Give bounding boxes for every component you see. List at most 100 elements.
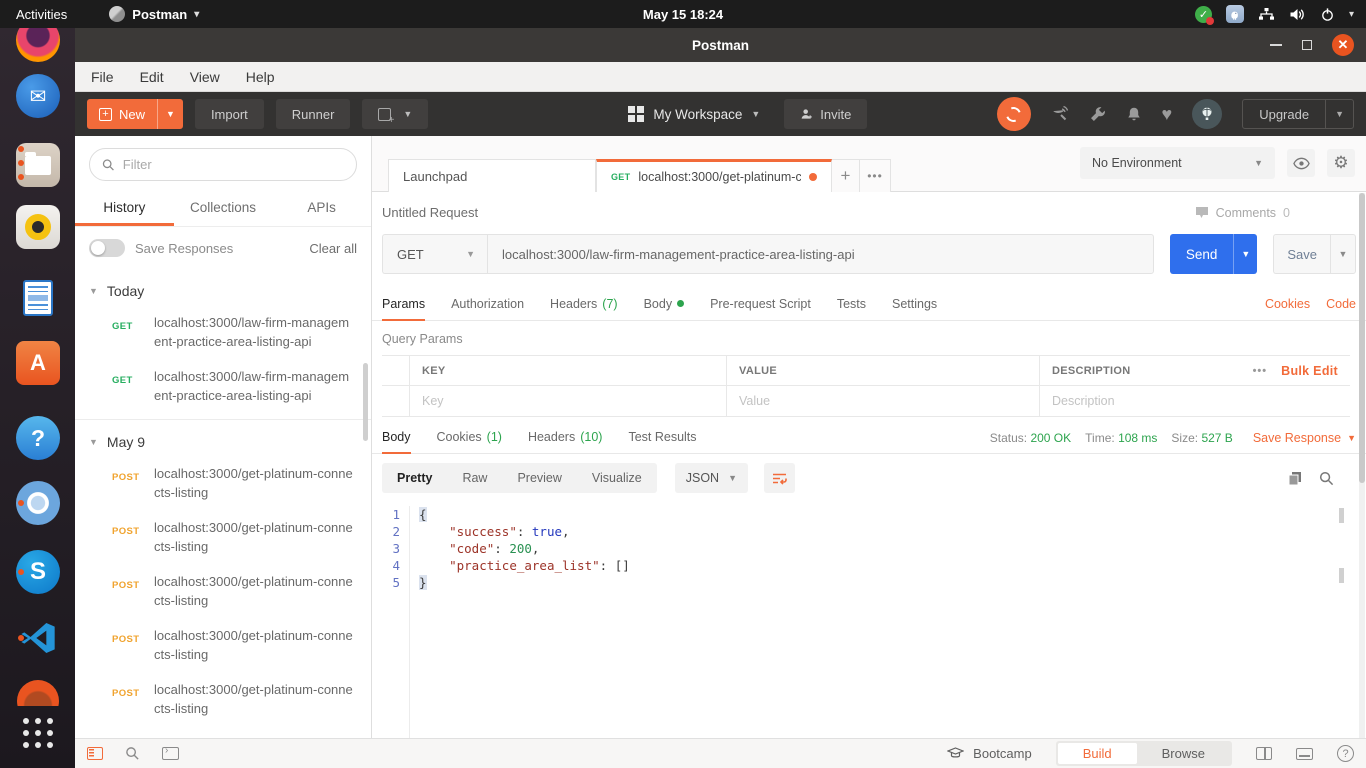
tab-response-cookies[interactable]: Cookies (1) [437, 423, 502, 454]
response-body-editor[interactable]: 12345 { "success": true, "code": 200, "p… [372, 502, 1366, 738]
close-button[interactable]: ✕ [1332, 34, 1354, 56]
tab-pre-request-script[interactable]: Pre-request Script [710, 289, 811, 321]
history-item[interactable]: POST localhost:3000/get-platinum-connect… [75, 618, 371, 672]
tab-history[interactable]: History [75, 191, 174, 226]
sync-status-button[interactable] [996, 97, 1031, 131]
dock-item-skype[interactable]: S [14, 548, 62, 596]
app-menu-button[interactable]: Postman ▾ [99, 6, 209, 22]
keyboard-shortcuts-icon[interactable] [1296, 747, 1313, 760]
new-button[interactable]: + New ▼ [87, 99, 183, 129]
history-group[interactable]: ▼ May 9 [75, 420, 371, 456]
wrap-lines-button[interactable] [764, 463, 795, 493]
volume-tray-icon[interactable] [1289, 7, 1306, 22]
new-window-button[interactable]: ▼ [362, 99, 429, 129]
environment-selector[interactable]: No Environment ▼ [1080, 147, 1275, 179]
key-input[interactable]: Key [410, 386, 727, 416]
send-button[interactable]: Send [1169, 234, 1234, 274]
postgresql-tray-icon[interactable] [1225, 5, 1244, 23]
dock-item-ubuntu-software[interactable]: A [14, 339, 62, 387]
tab-collections[interactable]: Collections [174, 191, 273, 226]
bulk-edit-link[interactable]: Bulk Edit [1281, 364, 1338, 378]
dock-item-vscode[interactable] [14, 614, 62, 662]
view-visualize[interactable]: Visualize [577, 463, 657, 493]
find-button[interactable] [125, 746, 140, 761]
tab-apis[interactable]: APIs [272, 191, 371, 226]
tab-options-button[interactable]: ••• [860, 159, 891, 192]
activities-button[interactable]: Activities [0, 0, 83, 28]
tab-response-body[interactable]: Body [382, 423, 411, 454]
favorites-heart-icon[interactable]: ♥ [1162, 104, 1173, 125]
dock-item-libreoffice-writer[interactable] [14, 274, 62, 322]
upgrade-dropdown-caret[interactable]: ▼ [1325, 100, 1353, 128]
dock-item-chromium[interactable] [14, 479, 62, 527]
filter-box[interactable] [89, 148, 357, 181]
bootcamp-button[interactable]: Bootcamp [947, 746, 1032, 761]
build-tab[interactable]: Build [1057, 743, 1137, 764]
open-new-tab-button[interactable]: + [832, 159, 860, 192]
copy-response-button[interactable] [1288, 471, 1302, 486]
content-scrollbar[interactable] [1359, 193, 1365, 738]
view-pretty[interactable]: Pretty [382, 463, 447, 493]
notifications-bell-icon[interactable] [1126, 106, 1142, 123]
editor-scrollbar[interactable] [1339, 508, 1344, 583]
window-titlebar[interactable]: Postman ✕ [75, 28, 1366, 62]
table-options-button[interactable]: ••• [1253, 365, 1268, 377]
two-pane-view-icon[interactable] [1256, 747, 1272, 760]
new-dropdown-caret[interactable]: ▼ [157, 99, 183, 129]
clock[interactable]: May 15 18:24 [643, 7, 723, 22]
save-response-button[interactable]: Save Response ▼ [1253, 431, 1356, 445]
system-menu-chevron-icon[interactable]: ▾ [1349, 9, 1354, 20]
settings-gear-button[interactable]: ⚙ [1327, 149, 1355, 177]
cookies-link[interactable]: Cookies [1265, 297, 1310, 311]
settings-wrench-icon[interactable] [1089, 106, 1106, 123]
dock-item-help[interactable]: ? [14, 414, 62, 462]
comments-button[interactable]: Comments 0 [1195, 206, 1290, 220]
console-icon[interactable] [162, 745, 179, 760]
dock-item-files[interactable] [14, 141, 62, 189]
view-preview[interactable]: Preview [502, 463, 576, 493]
workspace-switcher[interactable]: My Workspace ▼ [628, 106, 760, 122]
history-item[interactable]: POST localhost:3000/get-platinum-connect… [75, 510, 371, 564]
power-tray-icon[interactable] [1320, 7, 1335, 22]
tab-tests[interactable]: Tests [837, 289, 866, 321]
save-dropdown-caret[interactable]: ▼ [1330, 234, 1356, 274]
tab-body[interactable]: Body [644, 289, 685, 321]
dock-item-thunderbird[interactable]: ✉ [14, 72, 62, 120]
upgrade-button[interactable]: Upgrade ▼ [1242, 99, 1354, 129]
tab-active-request[interactable]: GET localhost:3000/get-platinum-co... [596, 159, 832, 192]
runner-button[interactable]: Runner [275, 99, 351, 129]
updates-indicator-icon[interactable]: ✓ [1194, 5, 1214, 25]
bootcamp-balloon-icon[interactable] [1192, 99, 1223, 129]
history-item[interactable]: GET localhost:3000/law-firm-management-p… [75, 305, 371, 359]
search-response-button[interactable] [1319, 471, 1334, 486]
save-button[interactable]: Save [1273, 234, 1330, 274]
value-input[interactable]: Value [727, 386, 1040, 416]
environment-quick-look-button[interactable] [1287, 149, 1315, 177]
dock-item-postman-partial[interactable] [14, 680, 62, 706]
api-network-icon[interactable] [1051, 105, 1069, 123]
sidebar-scrollbar[interactable] [363, 363, 368, 441]
url-input[interactable] [487, 234, 1154, 274]
clear-all-link[interactable]: Clear all [309, 241, 357, 256]
description-input[interactable]: Description [1040, 386, 1350, 416]
menu-view[interactable]: View [190, 69, 220, 85]
dock-item-show-applications[interactable] [14, 709, 62, 757]
tab-authorization[interactable]: Authorization [451, 289, 524, 321]
dock-item-firefox[interactable] [14, 28, 62, 64]
toggle-sidebar-icon[interactable] [87, 747, 103, 760]
network-tray-icon[interactable] [1258, 7, 1275, 22]
invite-button[interactable]: Invite [784, 99, 868, 129]
send-dropdown-caret[interactable]: ▼ [1233, 234, 1258, 274]
menu-file[interactable]: File [91, 69, 114, 85]
history-item[interactable]: POST localhost:3000/get-platinum-connect… [75, 456, 371, 510]
menu-edit[interactable]: Edit [140, 69, 164, 85]
tab-headers[interactable]: Headers (7) [550, 289, 618, 321]
menu-help[interactable]: Help [246, 69, 275, 85]
tab-params[interactable]: Params [382, 289, 426, 321]
help-circle-icon[interactable]: ? [1337, 745, 1354, 762]
history-item[interactable]: POST localhost:3000/get-platinum-connect… [75, 726, 371, 738]
code-link[interactable]: Code [1326, 297, 1356, 311]
history-group[interactable]: ▼ Today [75, 269, 371, 305]
history-item[interactable]: POST localhost:3000/get-platinum-connect… [75, 672, 371, 726]
format-selector[interactable]: JSON ▼ [674, 463, 748, 493]
